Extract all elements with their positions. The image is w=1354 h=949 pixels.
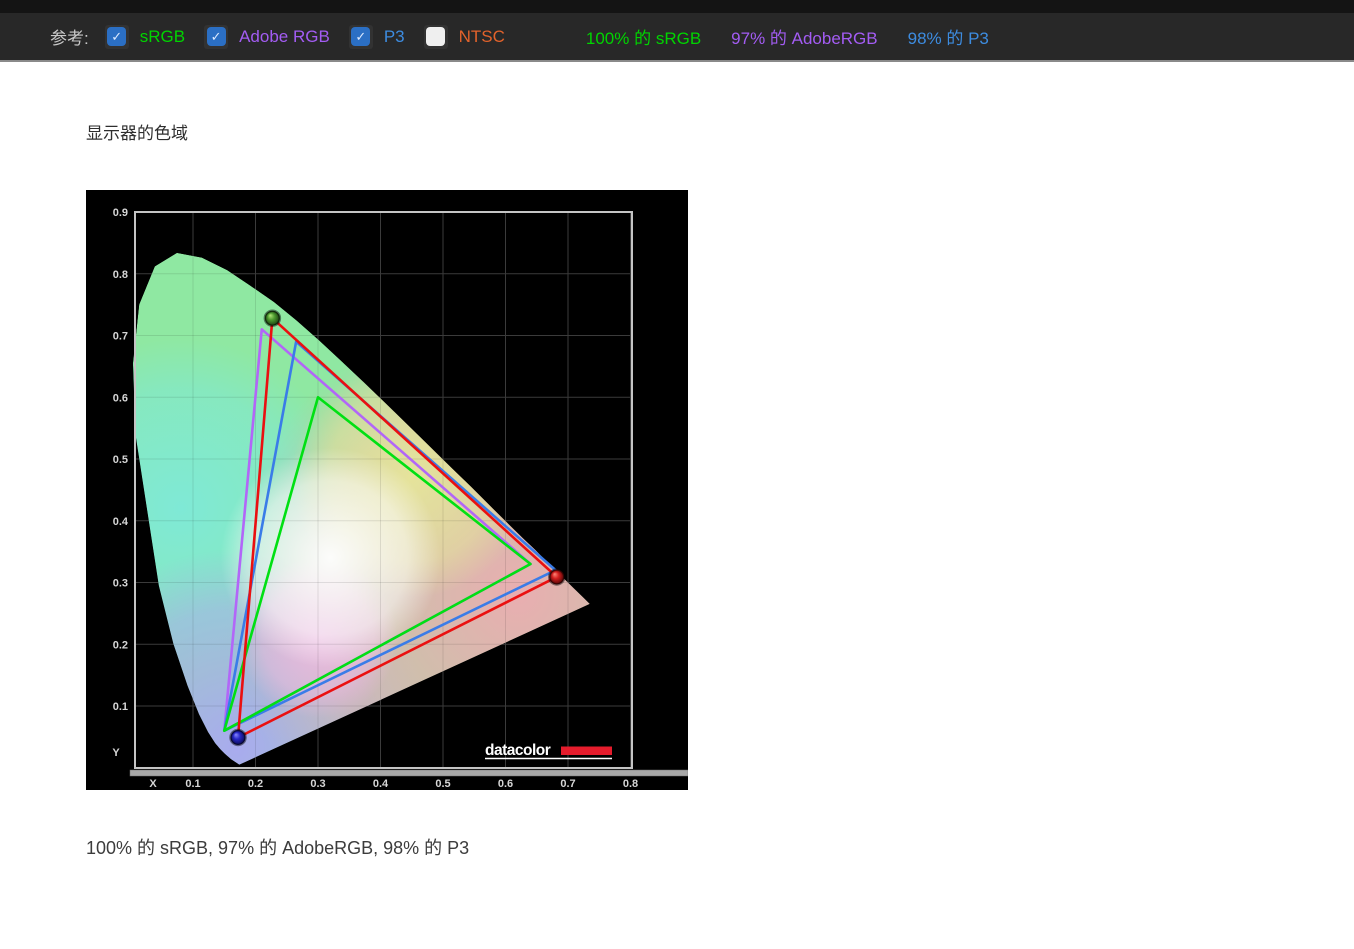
checkbox-label-ntsc: NTSC bbox=[458, 26, 505, 46]
page-title: 显示器的色域 bbox=[86, 124, 188, 143]
x-axis-bar bbox=[129, 769, 689, 777]
svg-text:0.8: 0.8 bbox=[113, 269, 128, 281]
chromaticity-diagram-svg: 0.1 0.2 0.3 0.4 0.5 0.6 0.7 0.8 0.9 Y X 0.1 0.2 0.3 0.… bbox=[112, 207, 689, 790]
coverage-result-text: 100% 的 sRGB, 97% 的 AdobeRGB, 98% 的 P3 bbox=[86, 838, 470, 858]
toolbar-top-strip bbox=[0, 0, 1354, 13]
checkbox-label-p3: P3 bbox=[383, 26, 405, 46]
stat-adobergb: 97% 的 AdobeRGB bbox=[731, 29, 878, 48]
checkbox-label-srgb: sRGB bbox=[139, 26, 186, 46]
x-axis-label: X bbox=[149, 778, 157, 790]
checkbox-panel-adobergb: ✓ bbox=[204, 24, 229, 49]
checkbox-adobergb[interactable]: ✓ bbox=[206, 27, 226, 46]
svg-text:0.3: 0.3 bbox=[310, 778, 325, 790]
reference-option-ntsc: NTSC bbox=[423, 24, 505, 49]
datacolor-logo: datacolor bbox=[485, 742, 612, 760]
display-primary-marker-green bbox=[263, 309, 282, 327]
svg-text:0.6: 0.6 bbox=[498, 778, 513, 790]
reference-toolbar: 参考: ✓ sRGB ✓ Adobe RGB ✓ P3 NTSC 100% 的 sRGB 97… bbox=[0, 0, 1354, 62]
svg-text:0.1: 0.1 bbox=[113, 701, 128, 713]
checkbox-ntsc[interactable] bbox=[426, 27, 446, 46]
svg-text:0.7: 0.7 bbox=[560, 778, 575, 790]
svg-text:0.4: 0.4 bbox=[113, 516, 129, 528]
stat-p3: 98% 的 P3 bbox=[907, 29, 989, 48]
svg-text:0.4: 0.4 bbox=[373, 778, 389, 790]
svg-text:0.5: 0.5 bbox=[435, 778, 450, 790]
display-primary-marker-blue bbox=[229, 728, 247, 747]
y-axis-label: Y bbox=[112, 747, 120, 759]
checkbox-panel-p3: ✓ bbox=[348, 24, 373, 49]
gamut-chart-image: 0.1 0.2 0.3 0.4 0.5 0.6 0.7 0.8 0.9 Y X 0.1 0.2 0.3 0.… bbox=[86, 190, 689, 790]
svg-text:0.9: 0.9 bbox=[113, 207, 128, 219]
svg-text:0.6: 0.6 bbox=[113, 392, 128, 404]
reference-option-p3: ✓ P3 bbox=[348, 24, 405, 49]
svg-text:0.5: 0.5 bbox=[113, 454, 128, 466]
spectral-locus bbox=[132, 252, 590, 765]
svg-text:0.2: 0.2 bbox=[113, 639, 128, 651]
stat-srgb: 100% 的 sRGB bbox=[585, 29, 702, 48]
reference-checkbox-group: ✓ sRGB ✓ Adobe RGB ✓ P3 NTSC bbox=[104, 24, 524, 49]
reference-option-adobergb: ✓ Adobe RGB bbox=[204, 24, 330, 49]
reference-option-srgb: ✓ sRGB bbox=[104, 24, 186, 49]
checkbox-panel-ntsc bbox=[423, 24, 448, 49]
checkbox-label-adobergb: Adobe RGB bbox=[239, 26, 330, 46]
coverage-stats-group: 100% 的 sRGB 97% 的 AdobeRGB 98% 的 P3 bbox=[586, 24, 989, 49]
svg-text:0.8: 0.8 bbox=[623, 778, 638, 790]
checkbox-srgb[interactable]: ✓ bbox=[107, 27, 127, 46]
display-primary-marker-red bbox=[548, 568, 566, 586]
svg-text:0.3: 0.3 bbox=[113, 578, 128, 590]
svg-text:0.1: 0.1 bbox=[185, 778, 200, 790]
svg-text:datacolor: datacolor bbox=[485, 742, 551, 759]
checkbox-panel-srgb: ✓ bbox=[104, 24, 129, 49]
svg-text:0.7: 0.7 bbox=[113, 331, 128, 343]
reference-label: 参考: bbox=[50, 29, 89, 48]
checkbox-p3[interactable]: ✓ bbox=[351, 27, 371, 46]
svg-text:0.2: 0.2 bbox=[248, 778, 263, 790]
